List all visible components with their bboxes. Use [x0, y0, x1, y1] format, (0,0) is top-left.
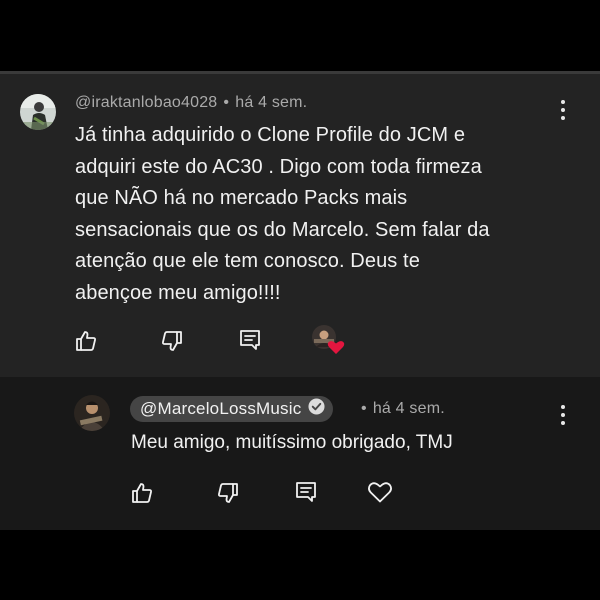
- reply-card: @MarceloLossMusic • há 4 sem. Meu amigo, …: [0, 377, 600, 530]
- verified-check-icon: [308, 398, 325, 420]
- more-options-icon[interactable]: [553, 402, 573, 428]
- replier-avatar[interactable]: [74, 395, 110, 431]
- comment-text: Já tinha adquirido o Clone Profile do JC…: [75, 124, 490, 304]
- comment-meta: @iraktanlobao4028 • há 4 sem.: [75, 94, 307, 112]
- dislike-icon[interactable]: [160, 329, 184, 353]
- dislike-icon[interactable]: [216, 481, 240, 505]
- reply-author[interactable]: @MarceloLossMusic: [140, 399, 301, 419]
- reply-text: Meu amigo, muitíssimo obrigado, TMJ: [131, 432, 453, 453]
- reply-icon[interactable]: [294, 480, 318, 504]
- like-icon[interactable]: [74, 329, 98, 353]
- creator-handle-pill[interactable]: @MarceloLossMusic: [130, 396, 334, 422]
- reply-time[interactable]: há 4 sem.: [373, 400, 445, 417]
- reply-icon[interactable]: [238, 328, 262, 352]
- comment-card: @iraktanlobao4028 • há 4 sem. Já tinha adq…: [0, 74, 600, 377]
- commenter-avatar[interactable]: [20, 94, 56, 130]
- creator-heart-badge: [312, 325, 346, 355]
- comment-author[interactable]: @iraktanlobao4028: [75, 94, 217, 111]
- comment-time[interactable]: há 4 sem.: [235, 94, 307, 111]
- meta-separator: •: [361, 400, 367, 417]
- meta-separator: •: [223, 94, 230, 111]
- heart-icon[interactable]: [367, 480, 393, 504]
- reply-meta: • há 4 sem.: [361, 400, 445, 418]
- like-icon[interactable]: [130, 481, 154, 505]
